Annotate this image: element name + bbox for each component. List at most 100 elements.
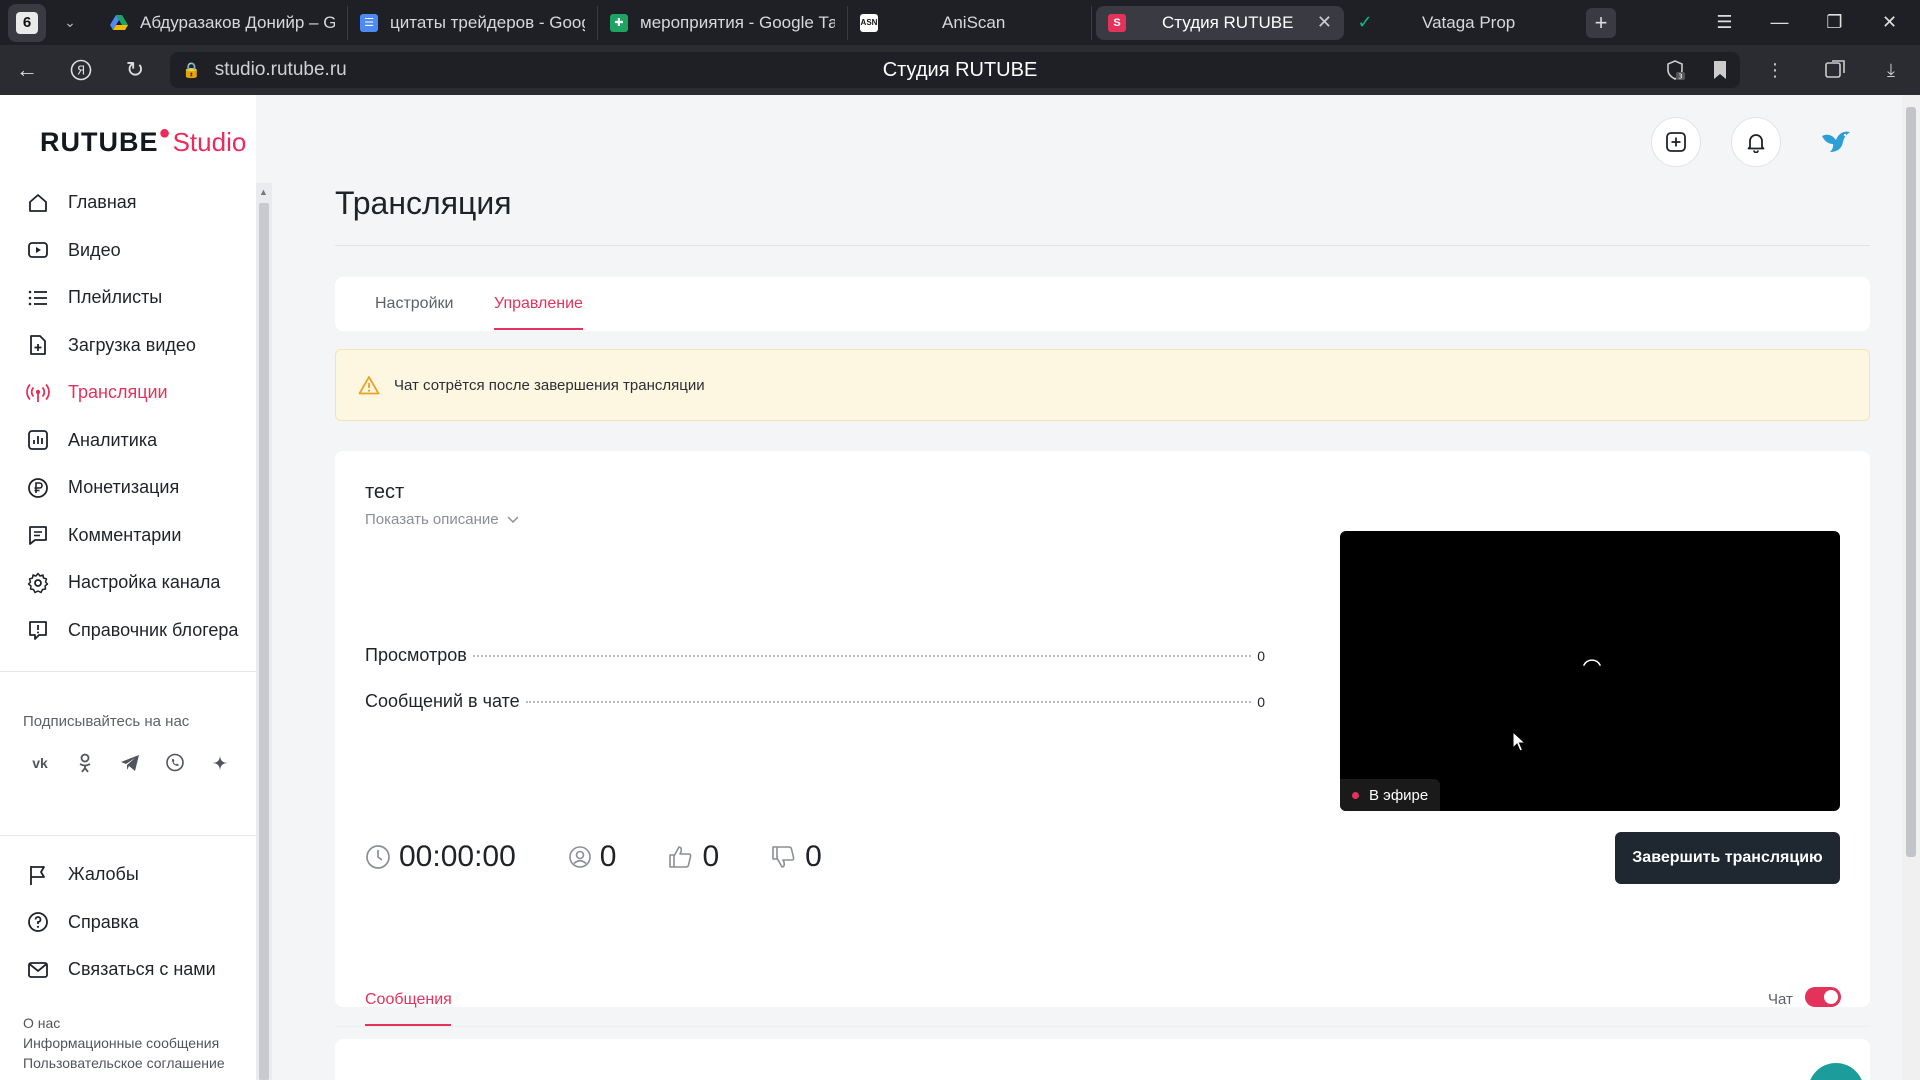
social-links: vk [22, 745, 238, 781]
vataga-icon: ✓ [1357, 12, 1373, 32]
gear-icon [26, 571, 50, 595]
sidebar-divider [0, 835, 256, 836]
timer: 00:00:00 [365, 840, 516, 874]
add-icon [1666, 132, 1686, 152]
chevron-down-icon [507, 511, 519, 528]
sidebar-item-broadcasts[interactable]: Трансляции [0, 369, 256, 417]
home-icon [26, 191, 50, 215]
sidebar-item-blogger-guide[interactable]: Справочник блогера [0, 607, 256, 655]
google-docs-icon: ☰ [360, 13, 378, 32]
sidebar-item-comments[interactable]: Комментарии [0, 512, 256, 560]
notifications-button[interactable] [1731, 117, 1781, 167]
tab-settings[interactable]: Настройки [375, 295, 453, 313]
thumbs-down-icon [772, 846, 795, 868]
sidebar-item-channel-settings[interactable]: Настройка канала [0, 559, 256, 607]
browser-tab[interactable]: ✓ Vataga Prop [1344, 6, 1574, 40]
rutube-studio-logo[interactable]: RUTUBE ● Studio [40, 122, 246, 158]
sidebar-item-video[interactable]: Видео [0, 227, 256, 275]
browser-tab-active[interactable]: S Студия RUTUBE ✕ [1096, 5, 1344, 40]
close-tab-icon[interactable]: ✕ [1307, 12, 1332, 33]
viber-icon[interactable] [157, 745, 193, 781]
broadcast-icon [26, 381, 50, 405]
url-text: studio.rutube.ru [214, 59, 347, 80]
tab-management[interactable]: Управление [494, 295, 583, 313]
browser-menu-icon[interactable]: ☰ [1697, 0, 1752, 45]
browser-address-bar: ← Я ↻ 🔒 studio.rutube.ru Студия RUTUBE 3… [0, 45, 1920, 95]
footer-link-news[interactable]: Информационные сообщения [23, 1033, 225, 1053]
create-button[interactable] [1651, 117, 1701, 167]
warning-text: Чат сотрётся после завершения трансляции [394, 376, 705, 394]
clock-icon [366, 845, 390, 869]
protect-badge-count: 3 [1678, 73, 1682, 81]
show-description-toggle[interactable]: Показать описание [365, 511, 519, 528]
live-badge: В эфире [1340, 779, 1441, 811]
minimize-icon[interactable]: — [1752, 0, 1807, 45]
ok-icon[interactable] [67, 745, 103, 781]
vk-icon[interactable]: vk [22, 745, 58, 781]
download-icon[interactable]: ⤓ [1868, 45, 1914, 95]
analytics-icon [26, 428, 50, 452]
close-window-icon[interactable]: ✕ [1862, 0, 1917, 45]
back-icon[interactable]: ← [0, 45, 54, 95]
browser-tab[interactable]: Абдуразаков Донийр – G [98, 5, 348, 40]
sidebar-item-monetization[interactable]: Монетизация [0, 464, 256, 512]
messages-card [335, 1039, 1870, 1080]
protect-icon[interactable]: 3 [1652, 45, 1698, 95]
chat-toggle[interactable] [1805, 987, 1841, 1007]
bookmark-icon[interactable] [1697, 45, 1743, 95]
sidebar-bottom-menu: Жалобы Справка Связаться с нами [0, 851, 256, 994]
page-scroll-thumb[interactable] [1906, 107, 1916, 857]
google-drive-icon [110, 14, 128, 32]
comment-icon [26, 523, 50, 547]
sidebar-item-help[interactable]: Справка [0, 899, 256, 947]
browser-tab[interactable]: ASN AniScan [848, 5, 1092, 40]
messages-divider [335, 1026, 1870, 1027]
reload-icon[interactable]: ↻ [108, 45, 162, 95]
sidebar-scroll-thumb[interactable] [259, 203, 269, 1080]
sidebar-item-contact[interactable]: Связаться с нами [0, 946, 256, 994]
sidebar-item-complaints[interactable]: Жалобы [0, 851, 256, 899]
zen-icon[interactable] [202, 745, 238, 781]
footer-link-terms[interactable]: Пользовательское соглашение [23, 1053, 225, 1073]
page-scrollbar[interactable] [1902, 95, 1920, 1080]
tabs-card: Настройки Управление [335, 277, 1870, 331]
browser-tab[interactable]: ✚ мероприятия - Google Та [598, 5, 848, 40]
likes-count: 0 [668, 840, 719, 874]
restore-icon[interactable]: ❐ [1807, 0, 1862, 45]
yandex-icon[interactable]: Я [54, 45, 108, 95]
more-icon[interactable]: ⋮ [1752, 45, 1798, 95]
sidebar-item-analytics[interactable]: Аналитика [0, 417, 256, 465]
browser-tab[interactable]: ☰ цитаты трейдеров - Goog [348, 5, 598, 40]
sidebar-scrollbar[interactable]: ▲ [256, 183, 272, 1080]
sidebar-menu: Главная Видео Плейлисты Загрузка видео Т… [0, 179, 256, 654]
sidebar-divider [0, 671, 256, 672]
scroll-up-arrow-icon[interactable]: ▲ [259, 187, 268, 197]
tabs-dropdown-icon[interactable]: ⌄ [56, 9, 84, 37]
tab-counter-button[interactable]: 6 [8, 3, 46, 42]
mouse-cursor-icon [1512, 731, 1527, 752]
chat-toggle-label: Чат [1768, 991, 1793, 1008]
aniscan-icon: ASN [860, 13, 878, 32]
stream-name: тест [365, 481, 405, 503]
new-tab-button[interactable]: + [1586, 7, 1616, 38]
playlist-icon [26, 286, 50, 310]
svg-text:Я: Я [77, 64, 85, 78]
mail-icon [26, 958, 50, 982]
tab-messages[interactable]: Сообщения [365, 991, 452, 1009]
footer-link-about[interactable]: О нас [23, 1013, 225, 1033]
sidebar-item-upload[interactable]: Загрузка видео [0, 322, 256, 370]
telegram-icon[interactable] [112, 745, 148, 781]
end-broadcast-button[interactable]: Завершить трансляцию [1615, 832, 1840, 884]
stat-views: Просмотров 0 [365, 645, 1265, 665]
sidebar-item-home[interactable]: Главная [0, 179, 256, 227]
sidebar-item-playlists[interactable]: Плейлисты [0, 274, 256, 322]
address-field[interactable]: 🔒 studio.rutube.ru [170, 52, 1740, 88]
warning-icon [358, 375, 380, 395]
flag-icon [26, 863, 50, 887]
video-player[interactable]: В эфире [1340, 531, 1840, 811]
avatar[interactable] [1811, 117, 1861, 167]
dislikes-count: 0 [771, 840, 822, 874]
video-icon [26, 238, 50, 262]
collections-icon[interactable] [1812, 45, 1858, 95]
stat-chat-messages: Сообщений в чате 0 [365, 691, 1265, 711]
